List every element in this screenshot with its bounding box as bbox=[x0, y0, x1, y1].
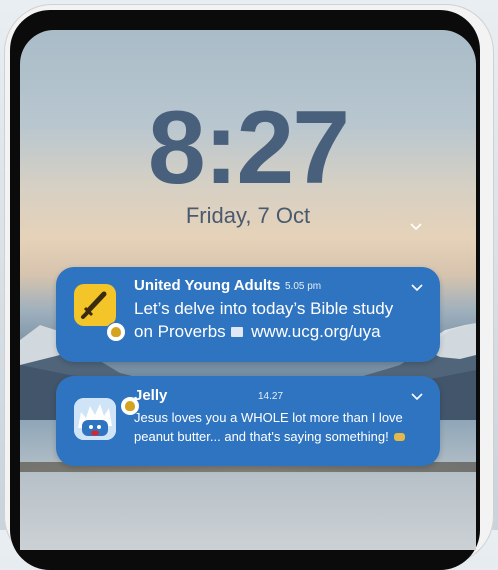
notification-link[interactable]: www.ucg.org/uya bbox=[251, 322, 380, 341]
notification-app-name: Jelly bbox=[134, 387, 168, 404]
sword-icon bbox=[74, 284, 116, 326]
notification-text: Jesus loves you a WHOLE lot more than I … bbox=[134, 410, 403, 444]
jelly-character-icon bbox=[74, 398, 116, 440]
peanut-icon bbox=[394, 432, 406, 441]
expand-chevron-icon[interactable] bbox=[410, 390, 424, 404]
book-icon bbox=[231, 326, 244, 337]
lock-clock: 8:27 bbox=[147, 90, 350, 206]
notification-time: 14.27 bbox=[258, 391, 284, 402]
notification-message: Jesus loves you a WHOLE lot more than I … bbox=[134, 408, 424, 446]
notification-message: Let’s delve into today’s Bible study on … bbox=[134, 297, 414, 343]
lock-date: Friday, 7 Oct bbox=[185, 203, 311, 228]
notification-app-name: United Young Adults bbox=[134, 277, 281, 294]
bell-icon bbox=[106, 322, 126, 342]
chevron-down-icon[interactable] bbox=[410, 220, 422, 231]
expand-chevron-icon[interactable] bbox=[410, 281, 424, 295]
notification-time: 5.05 pm bbox=[285, 281, 322, 292]
notification-jelly[interactable]: Jelly 14.27 Jesus loves you a WHOLE lot … bbox=[56, 376, 440, 466]
lock-screen[interactable]: 8:27 Friday, 7 Oct United Young Adults 5… bbox=[20, 30, 476, 550]
notification-united-young-adults[interactable]: United Young Adults 5.05 pm Let’s delve … bbox=[56, 267, 440, 362]
